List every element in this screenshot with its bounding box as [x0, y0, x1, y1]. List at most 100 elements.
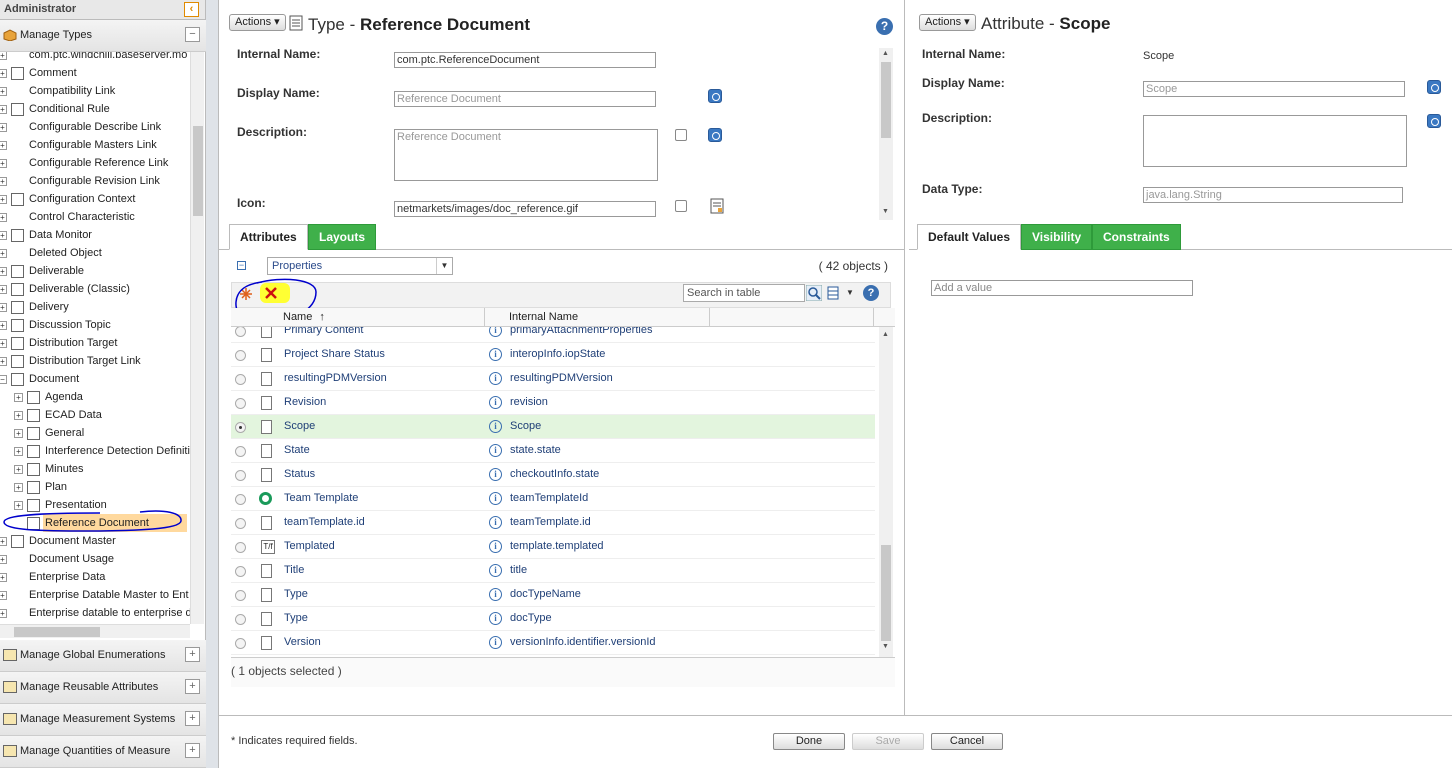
sidebar-section[interactable]: Manage Global Enumerations +: [0, 640, 206, 672]
tree-item[interactable]: + Deleted Object: [0, 244, 190, 262]
info-icon[interactable]: i: [489, 564, 502, 577]
expand-icon[interactable]: +: [0, 52, 7, 60]
localize-icon[interactable]: [1427, 114, 1441, 128]
info-icon[interactable]: i: [489, 612, 502, 625]
row-radio[interactable]: [235, 590, 246, 601]
tree-item[interactable]: + Minutes: [0, 460, 190, 478]
table-scrollbar[interactable]: ▲ ▼: [879, 327, 893, 657]
expand-icon[interactable]: +: [14, 393, 23, 402]
columns-view-icon[interactable]: [827, 286, 839, 300]
table-row[interactable]: State i state.state: [231, 439, 875, 463]
table-row[interactable]: resultingPDMVersion i resultingPDMVersion: [231, 367, 875, 391]
chevron-down-icon[interactable]: ▼: [846, 288, 854, 297]
actions-menu-button[interactable]: Actions ▾: [919, 14, 976, 31]
expand-icon[interactable]: +: [0, 87, 7, 96]
tree-item[interactable]: + Distribution Target: [0, 334, 190, 352]
row-name[interactable]: State: [284, 444, 310, 456]
expand-icon[interactable]: +: [0, 285, 7, 294]
expand-icon[interactable]: +: [0, 591, 7, 600]
localize-icon[interactable]: [708, 128, 722, 142]
expand-icon[interactable]: +: [14, 447, 23, 456]
table-row[interactable]: Revision i revision: [231, 391, 875, 415]
scroll-thumb[interactable]: [14, 627, 100, 637]
row-name[interactable]: Revision: [284, 396, 326, 408]
scroll-up-icon[interactable]: ▲: [882, 50, 889, 57]
localize-icon[interactable]: [1427, 80, 1441, 94]
info-icon[interactable]: i: [489, 420, 502, 433]
row-name[interactable]: Type: [284, 612, 308, 624]
info-icon[interactable]: i: [489, 327, 502, 337]
collapse-section-button[interactable]: −: [185, 27, 200, 42]
description-checkbox[interactable]: [675, 129, 687, 141]
tab-visibility[interactable]: Visibility: [1021, 224, 1093, 250]
column-internal-name[interactable]: Internal Name: [509, 311, 578, 323]
tree-item[interactable]: + com.ptc.windchill.baseserver.mo: [0, 52, 190, 64]
tree-item[interactable]: + Enterprise Data: [0, 568, 190, 586]
tree-item[interactable]: + Plan: [0, 478, 190, 496]
scroll-down-icon[interactable]: ▼: [882, 208, 889, 215]
tree-item[interactable]: + Document Master: [0, 532, 190, 550]
scroll-thumb[interactable]: [881, 62, 891, 138]
column-name[interactable]: Name ↑: [283, 311, 325, 323]
tree-item[interactable]: + Document Usage: [0, 550, 190, 568]
expand-icon[interactable]: +: [0, 123, 7, 132]
info-icon[interactable]: i: [489, 540, 502, 553]
tree-vertical-scrollbar[interactable]: [190, 52, 204, 624]
properties-scrollbar[interactable]: ▲ ▼: [879, 48, 893, 220]
table-row[interactable]: Scope i Scope: [231, 415, 875, 439]
tree-item[interactable]: + Configurable Masters Link: [0, 136, 190, 154]
tree-item[interactable]: + Control Characteristic: [0, 208, 190, 226]
tree-item[interactable]: + Compatibility Link: [0, 82, 190, 100]
tree-item[interactable]: + Distribution Target Link: [0, 352, 190, 370]
expand-icon[interactable]: +: [0, 249, 7, 258]
sort-ascending-icon[interactable]: ↑: [319, 311, 325, 323]
expand-icon[interactable]: +: [14, 429, 23, 438]
row-radio[interactable]: [235, 350, 246, 361]
info-icon[interactable]: i: [489, 348, 502, 361]
tree-item[interactable]: + Enterprise datable to enterprise d: [0, 604, 190, 622]
tab-attributes[interactable]: Attributes: [229, 224, 308, 250]
internal-name-field[interactable]: com.ptc.ReferenceDocument: [394, 52, 656, 68]
expand-section-button[interactable]: +: [185, 679, 200, 694]
scroll-thumb[interactable]: [193, 126, 203, 216]
scroll-up-icon[interactable]: ▲: [882, 331, 889, 338]
table-row[interactable]: Title i title: [231, 559, 875, 583]
row-radio[interactable]: [235, 614, 246, 625]
expand-icon[interactable]: +: [0, 177, 7, 186]
tree-item[interactable]: + Deliverable: [0, 262, 190, 280]
expand-icon[interactable]: +: [0, 105, 7, 114]
info-icon[interactable]: i: [489, 492, 502, 505]
scroll-thumb[interactable]: [881, 545, 891, 641]
info-icon[interactable]: i: [489, 636, 502, 649]
table-row[interactable]: Version i versionInfo.identifier.versionId: [231, 631, 875, 655]
tree-item[interactable]: + Configurable Reference Link: [0, 154, 190, 172]
expand-icon[interactable]: +: [14, 483, 23, 492]
expand-icon[interactable]: +: [0, 195, 7, 204]
row-name[interactable]: Title: [284, 564, 304, 576]
expand-section-button[interactable]: +: [185, 743, 200, 758]
sidebar-section[interactable]: Manage Reusable Attributes +: [0, 672, 206, 704]
row-radio[interactable]: [235, 446, 246, 457]
search-icon[interactable]: [806, 285, 822, 301]
help-icon[interactable]: ?: [876, 18, 893, 35]
info-icon[interactable]: i: [489, 444, 502, 457]
tree-item[interactable]: + Configurable Revision Link: [0, 172, 190, 190]
table-row[interactable]: Type i docType: [231, 607, 875, 631]
scroll-down-icon[interactable]: ▼: [882, 643, 889, 650]
row-name[interactable]: Scope: [284, 420, 315, 432]
table-row[interactable]: Project Share Status i interopInfo.iopStat…: [231, 343, 875, 367]
table-row[interactable]: T/f Templated i template.templated: [231, 535, 875, 559]
row-name[interactable]: Team Template: [284, 492, 358, 504]
actions-menu-button[interactable]: Actions ▾: [229, 14, 286, 31]
table-row[interactable]: Team Template i teamTemplateId: [231, 487, 875, 511]
description-field[interactable]: [1143, 115, 1407, 167]
info-icon[interactable]: i: [489, 468, 502, 481]
expand-icon[interactable]: +: [0, 159, 7, 168]
collapse-table-icon[interactable]: −: [237, 261, 246, 270]
chevron-left-icon[interactable]: ‹: [184, 2, 199, 17]
row-radio[interactable]: [235, 542, 246, 553]
table-search-input[interactable]: Search in table: [683, 284, 805, 302]
icon-path-field[interactable]: netmarkets/images/doc_reference.gif: [394, 201, 656, 217]
row-name[interactable]: Status: [284, 468, 315, 480]
tree-horizontal-scrollbar[interactable]: [0, 624, 190, 638]
